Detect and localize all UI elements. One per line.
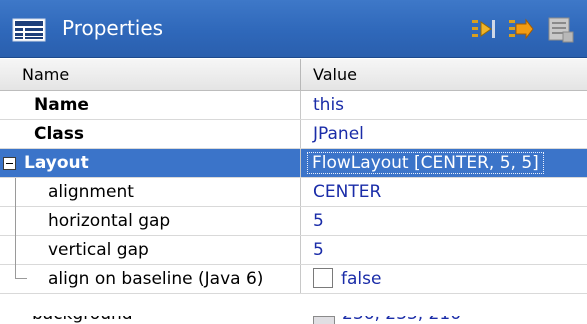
table-header: Name Value [0,59,587,91]
tree-line [15,265,27,279]
table-row[interactable]: align on baseline (Java 6) false [0,265,587,294]
color-swatch [313,316,335,324]
properties-icon [12,18,46,42]
show-advanced-icon[interactable] [469,14,499,44]
column-header-value[interactable]: Value [313,59,357,90]
table-row[interactable]: Class JPanel [0,120,587,149]
tree-line [15,178,16,207]
collapse-icon[interactable] [3,157,16,170]
table-row[interactable]: horizontal gap 5 [0,207,587,236]
property-value[interactable]: 236, 233, 216 [342,316,461,324]
property-value[interactable]: 5 [301,207,587,235]
table-row[interactable]: alignment CENTER [0,178,587,207]
column-header-name[interactable]: Name [22,59,69,90]
property-value: false [341,269,382,289]
property-value[interactable]: JPanel [301,120,587,148]
table-row-selected[interactable]: Layout FlowLayout [CENTER, 5, 5] [0,149,587,178]
property-value[interactable]: FlowLayout [CENTER, 5, 5] [307,152,544,174]
restore-default-icon[interactable] [545,14,575,44]
property-name: align on baseline (Java 6) [48,269,264,289]
show-events-icon[interactable] [506,14,536,44]
property-table: Name this Class JPanel Layout FlowLayout… [0,91,587,294]
properties-titlebar: Properties [0,0,587,58]
property-value[interactable]: 5 [301,236,587,264]
table-row[interactable]: Name this [0,91,587,120]
property-name: Layout [24,153,89,173]
property-value[interactable]: this [301,91,587,119]
property-name: Name [34,95,89,115]
property-name: Class [34,124,85,144]
tree-line [15,207,16,236]
column-separator[interactable] [300,59,301,90]
property-name: background [32,316,133,324]
tree-line [15,236,16,265]
property-name: alignment [48,182,134,202]
table-row-partial[interactable]: background 236, 233, 216 [0,316,587,324]
table-row[interactable]: vertical gap 5 [0,236,587,265]
property-name: vertical gap [48,240,149,260]
panel-title: Properties [62,16,164,40]
property-value[interactable]: CENTER [301,178,587,206]
property-name: horizontal gap [48,211,171,231]
baseline-checkbox[interactable] [313,268,333,288]
